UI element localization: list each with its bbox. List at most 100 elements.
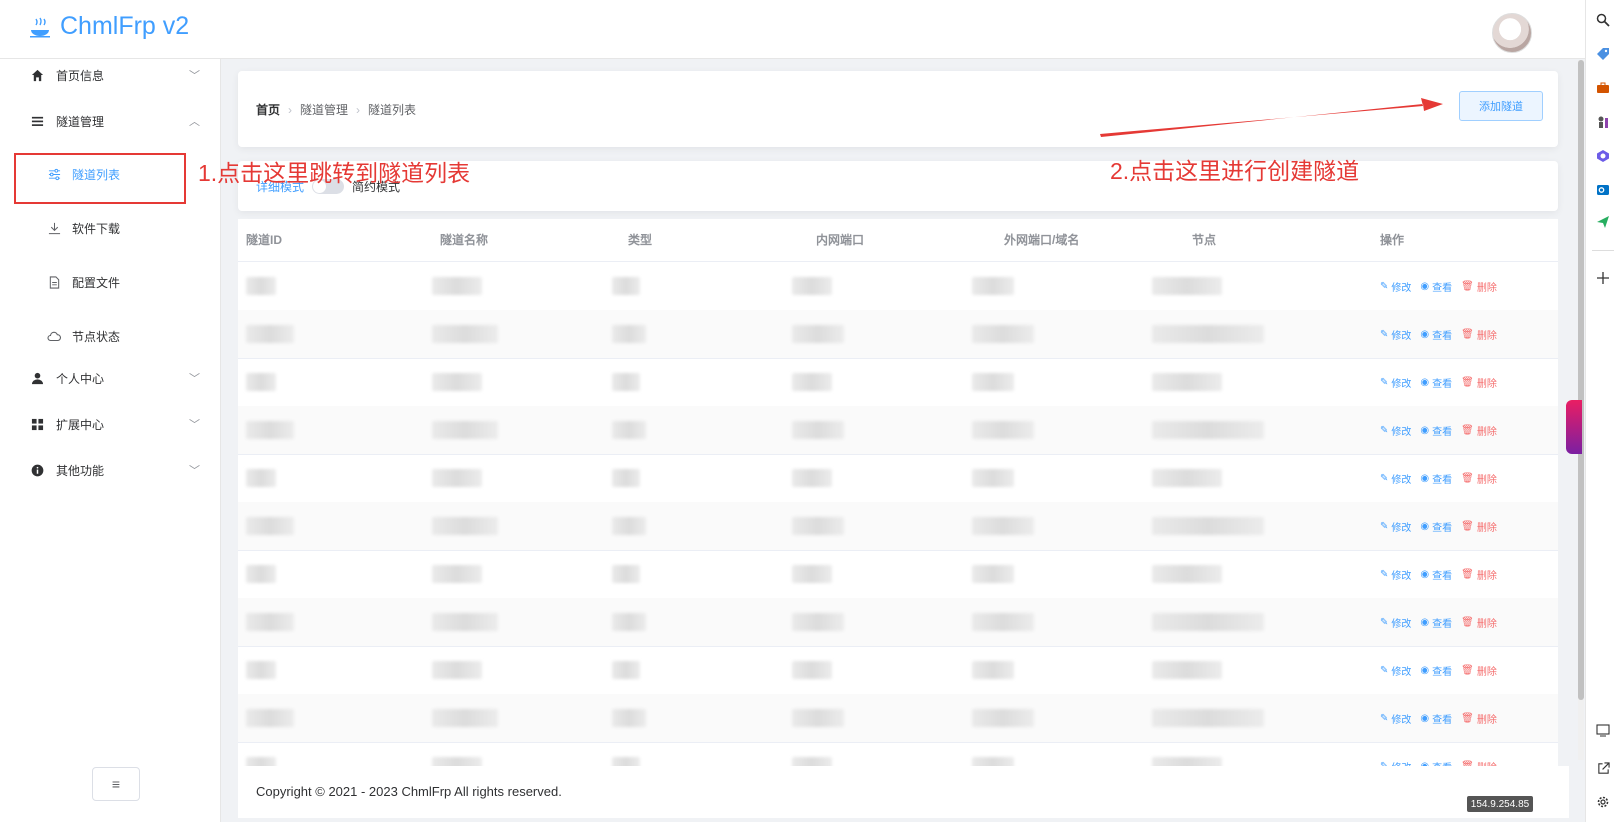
- redacted-cell: [612, 469, 640, 487]
- view-button[interactable]: ◉查看: [1420, 327, 1452, 342]
- view-button[interactable]: ◉查看: [1420, 279, 1452, 294]
- outlook-icon[interactable]: [1595, 182, 1611, 198]
- delete-label: 删除: [1476, 282, 1497, 294]
- view-button[interactable]: ◉查看: [1420, 567, 1452, 582]
- delete-button[interactable]: 🗑删除: [1461, 327, 1497, 342]
- delete-label: 删除: [1476, 474, 1497, 486]
- annotation-step1: 1.点击这里跳转到隧道列表: [198, 160, 471, 186]
- redacted-cell: [972, 325, 1034, 343]
- briefcase-icon[interactable]: [1595, 80, 1611, 96]
- redacted-cell: [792, 565, 832, 583]
- sidebar-item-software-download[interactable]: 软件下载: [0, 205, 220, 251]
- external-link-icon[interactable]: [1595, 760, 1611, 776]
- redacted-cell: [972, 661, 1014, 679]
- view-label: 查看: [1432, 282, 1453, 294]
- view-button[interactable]: ◉查看: [1420, 759, 1452, 767]
- edit-button[interactable]: ✎修改: [1380, 423, 1411, 438]
- sidebar-item-node-status[interactable]: 节点状态: [0, 313, 220, 359]
- sidebar-item-home-info[interactable]: 首页信息 ﹀: [0, 52, 220, 98]
- chess-icon[interactable]: [1595, 114, 1611, 130]
- sidebar-item-label: 配置文件: [72, 275, 121, 290]
- sidebar-item-personal-center[interactable]: 个人中心 ﹀: [0, 355, 220, 401]
- view-button[interactable]: ◉查看: [1420, 423, 1452, 438]
- delete-button[interactable]: 🗑删除: [1461, 471, 1497, 486]
- redacted-cell: [246, 373, 276, 391]
- add-tunnel-button[interactable]: 添加隧道: [1459, 91, 1543, 121]
- delete-button[interactable]: 🗑删除: [1461, 567, 1497, 582]
- trash-icon: 🗑: [1461, 280, 1474, 292]
- row-actions: ✎修改 ◉查看 🗑删除: [1380, 502, 1497, 550]
- trash-icon: 🗑: [1461, 568, 1474, 580]
- add-icon[interactable]: [1595, 270, 1611, 286]
- delete-button[interactable]: 🗑删除: [1461, 519, 1497, 534]
- collapse-sidebar-button[interactable]: ≡: [92, 767, 140, 801]
- redacted-cell: [1152, 469, 1222, 487]
- breadcrumb-item-tunnel-list: 隧道列表: [368, 103, 417, 117]
- sidebar-item-tunnel-management[interactable]: 隧道管理 ︿: [0, 98, 220, 144]
- edit-button[interactable]: ✎修改: [1380, 567, 1411, 582]
- edit-button[interactable]: ✎修改: [1380, 615, 1411, 630]
- ip-badge: 154.9.254.85: [1467, 796, 1533, 812]
- view-button[interactable]: ◉查看: [1420, 711, 1452, 726]
- view-button[interactable]: ◉查看: [1420, 519, 1452, 534]
- eye-icon: ◉: [1420, 520, 1430, 532]
- table-row: ✎修改 ◉查看 🗑删除: [238, 310, 1558, 359]
- gear-icon[interactable]: [1595, 794, 1611, 810]
- cloud-icon: [47, 329, 61, 343]
- edit-button[interactable]: ✎修改: [1380, 711, 1411, 726]
- breadcrumb-item-tunnel-management[interactable]: 隧道管理: [300, 101, 348, 118]
- search-icon[interactable]: [1595, 12, 1611, 28]
- sidebar-item-other-functions[interactable]: 其他功能 ﹀: [0, 447, 220, 493]
- view-button[interactable]: ◉查看: [1420, 471, 1452, 486]
- redacted-cell: [792, 469, 832, 487]
- view-button[interactable]: ◉查看: [1420, 375, 1452, 390]
- edit-button[interactable]: ✎修改: [1380, 279, 1411, 294]
- sidebar-item-config-file[interactable]: 配置文件: [0, 259, 220, 305]
- edit-button[interactable]: ✎修改: [1380, 375, 1411, 390]
- redacted-cell: [432, 517, 498, 535]
- send-icon[interactable]: [1595, 214, 1611, 230]
- view-button[interactable]: ◉查看: [1420, 615, 1452, 630]
- column-header-tunnel-name: 隧道名称: [440, 233, 489, 247]
- delete-label: 删除: [1477, 759, 1497, 767]
- edit-button[interactable]: ✎修改: [1380, 327, 1411, 342]
- delete-button[interactable]: 🗑删除: [1461, 759, 1497, 767]
- chevron-down-icon: ﹀: [189, 465, 200, 477]
- user-avatar[interactable]: [1492, 13, 1532, 53]
- delete-button[interactable]: 🗑删除: [1461, 711, 1497, 726]
- edit-button[interactable]: ✎修改: [1380, 759, 1411, 767]
- redacted-cell: [972, 613, 1034, 631]
- column-header-node: 节点: [1192, 233, 1217, 247]
- logo[interactable]: ChmlFrp v2: [28, 12, 189, 41]
- redacted-cell: [612, 613, 646, 631]
- delete-button[interactable]: 🗑删除: [1461, 279, 1497, 294]
- edit-button[interactable]: ✎修改: [1380, 663, 1411, 678]
- sidebar-item-label: 个人中心: [56, 371, 105, 386]
- tag-icon[interactable]: [1595, 46, 1611, 62]
- delete-label: 删除: [1476, 714, 1497, 726]
- delete-button[interactable]: 🗑删除: [1461, 375, 1497, 390]
- delete-button[interactable]: 🗑删除: [1461, 615, 1497, 630]
- view-label: 查看: [1432, 426, 1453, 438]
- copilot-icon[interactable]: [1595, 148, 1611, 164]
- redacted-cell: [432, 709, 498, 727]
- edit-button[interactable]: ✎修改: [1380, 471, 1411, 486]
- scrollbar-thumb[interactable]: [1578, 60, 1584, 700]
- redacted-cell: [792, 709, 844, 727]
- redacted-cell: [792, 277, 832, 295]
- floating-widget[interactable]: [1566, 400, 1582, 454]
- breadcrumb-item-home[interactable]: 首页: [256, 101, 280, 118]
- sidebar-item-extension-center[interactable]: 扩展中心 ﹀: [0, 401, 220, 447]
- view-label: 查看: [1432, 618, 1453, 630]
- view-label: 查看: [1432, 570, 1453, 582]
- trash-icon: 🗑: [1461, 520, 1474, 532]
- delete-button[interactable]: 🗑删除: [1461, 423, 1497, 438]
- delete-button[interactable]: 🗑删除: [1461, 663, 1497, 678]
- view-button[interactable]: ◉查看: [1420, 663, 1452, 678]
- edit-label: 修改: [1391, 378, 1412, 390]
- delete-label: 删除: [1476, 378, 1497, 390]
- chevron-down-icon: ﹀: [189, 373, 200, 385]
- screenshot-icon[interactable]: [1595, 722, 1611, 738]
- edit-icon: ✎: [1380, 280, 1389, 292]
- edit-button[interactable]: ✎修改: [1380, 519, 1411, 534]
